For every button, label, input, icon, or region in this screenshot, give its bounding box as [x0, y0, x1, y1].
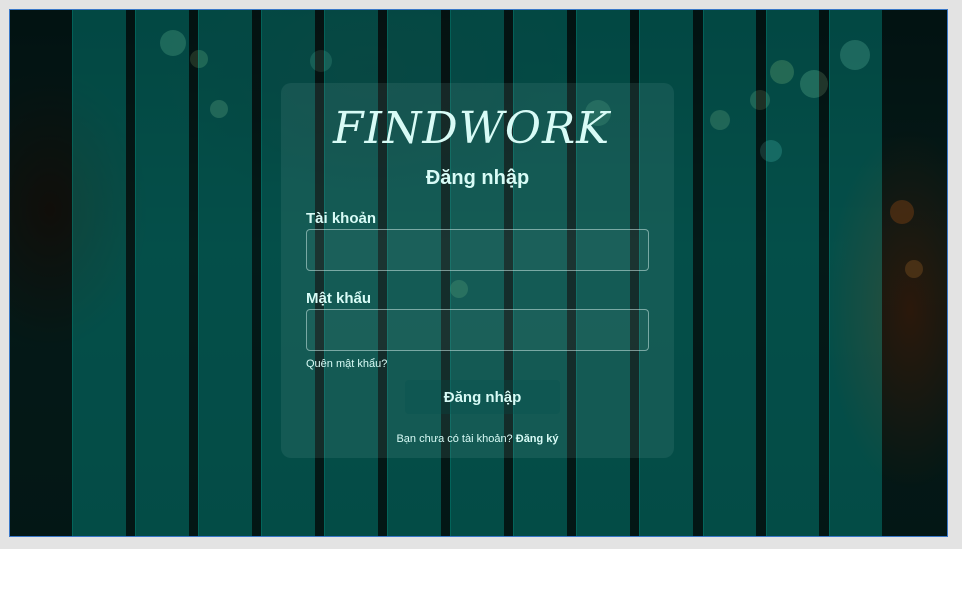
- username-input[interactable]: [306, 229, 649, 271]
- page-title: Đăng nhập: [425, 167, 530, 189]
- signup-prompt: Bạn chưa có tài khoản? Đăng ký: [281, 433, 674, 445]
- login-button[interactable]: Đăng nhập: [405, 380, 560, 414]
- no-account-text: Bạn chưa có tài khoản?: [396, 433, 513, 445]
- signup-link[interactable]: Đăng ký: [516, 433, 559, 445]
- app-logo: FINDWORK: [333, 103, 610, 154]
- password-input[interactable]: [306, 309, 649, 351]
- login-panel: FINDWORK Đăng nhập Tài khoản Mật khẩu Qu…: [281, 83, 674, 458]
- page-background: FINDWORK Đăng nhập Tài khoản Mật khẩu Qu…: [0, 0, 962, 549]
- forgot-password-link[interactable]: Quên mật khẩu?: [306, 358, 387, 370]
- password-label: Mật khẩu: [306, 290, 372, 307]
- username-label: Tài khoản: [306, 210, 377, 227]
- login-screen: FINDWORK Đăng nhập Tài khoản Mật khẩu Qu…: [9, 9, 948, 537]
